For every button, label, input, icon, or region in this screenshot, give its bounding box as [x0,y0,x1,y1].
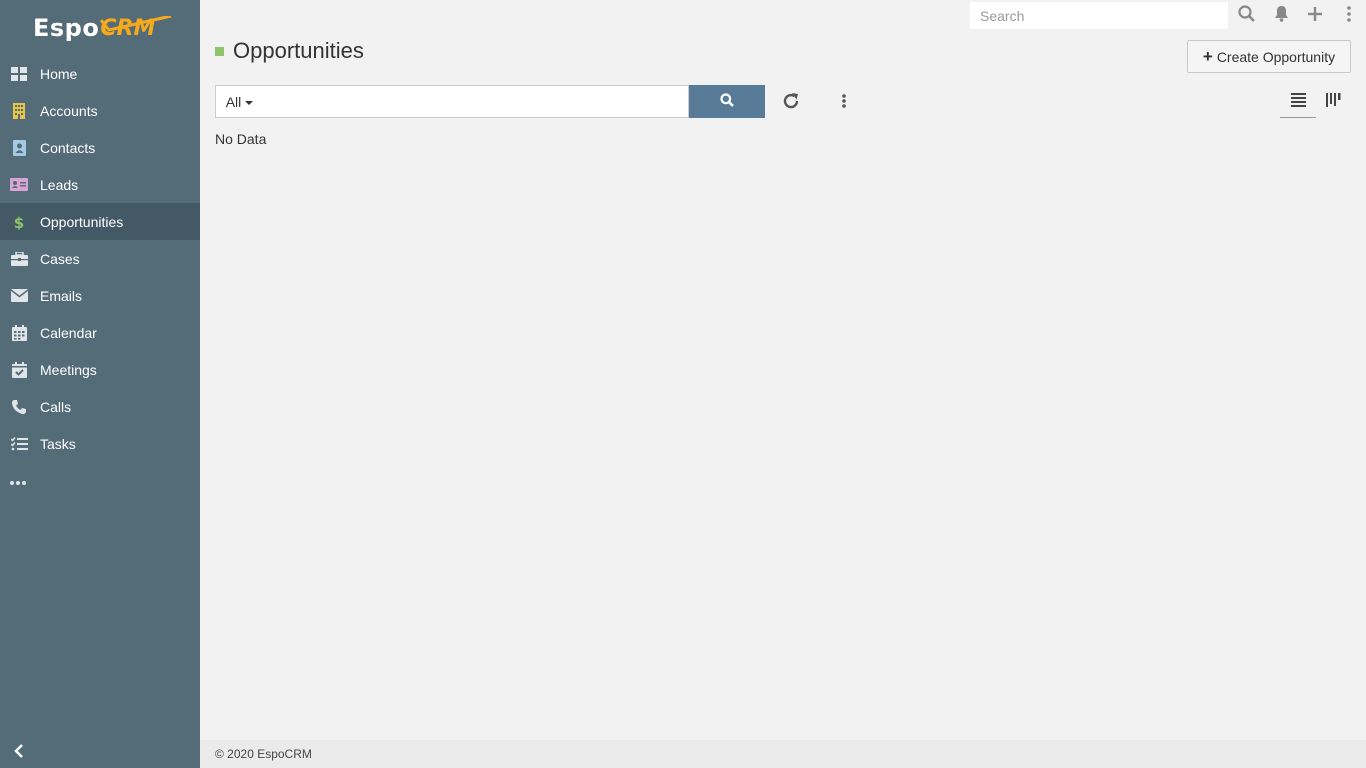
search-button[interactable] [689,85,765,118]
page-header: Opportunities [215,38,364,64]
briefcase-icon [10,250,28,268]
search-icon [720,93,734,110]
more-menu-button[interactable] [0,462,200,499]
sidebar-item-label: Meetings [40,361,97,378]
page-title[interactable]: Opportunities [233,38,364,64]
sidebar-item-calendar[interactable]: Calendar [0,314,200,351]
logo-espo-text: Espo [33,14,100,42]
tasks-icon [10,435,28,453]
search-icon [1237,5,1255,25]
dollar-icon: $ [10,213,28,231]
sidebar-item-leads[interactable]: Leads [0,166,200,203]
sidebar-item-label: Opportunities [40,213,124,230]
chevron-left-icon [14,743,24,761]
sidebar-item-label: Calls [40,398,72,415]
logo-swoosh-icon [99,16,172,32]
quick-create-button[interactable] [1305,5,1325,25]
svg-text:$: $ [14,214,24,230]
calendar-check-icon [10,361,28,379]
sidebar-item-label: Emails [40,287,83,304]
sidebar-item-label: Calendar [40,324,97,341]
copyright-text: © 2020 EspoCRM [215,747,312,761]
kanban-view-toggle[interactable] [1318,85,1348,118]
sidebar-item-label: Home [40,65,78,82]
scope-color-indicator [215,46,224,56]
home-grid-icon [10,65,28,83]
main-menu-button[interactable] [1339,5,1359,25]
kebab-menu-icon [842,93,846,112]
sidebar-item-cases[interactable]: Cases [0,240,200,277]
create-opportunity-button[interactable]: + Create Opportunity [1187,40,1351,73]
sidebar-item-meetings[interactable]: Meetings [0,351,200,388]
text-filter-input[interactable] [263,85,689,118]
filter-preset-dropdown[interactable]: All [215,85,264,118]
building-icon [10,102,28,120]
sidebar-nav: Home Accounts Contacts Leads $ Opportuni… [0,55,200,499]
kebab-menu-icon [1347,5,1351,25]
sidebar-item-label: Leads [40,176,79,193]
sidebar-item-opportunities[interactable]: $ Opportunities [0,203,200,240]
global-search-input[interactable] [970,2,1228,29]
global-search-button[interactable] [1236,5,1256,25]
bell-icon [1274,5,1289,25]
plus-icon [1308,6,1322,24]
sidebar: Espo CRM Home Accounts Contacts Leads $ … [0,0,200,768]
sidebar-item-home[interactable]: Home [0,55,200,92]
sidebar-item-calls[interactable]: Calls [0,388,200,425]
notifications-button[interactable] [1271,5,1291,25]
envelope-icon [10,287,28,305]
create-button-label: Create Opportunity [1216,48,1336,65]
footer: © 2020 EspoCRM [200,740,1366,768]
kanban-icon [1325,93,1341,110]
list-view-toggle[interactable] [1280,85,1316,118]
contact-card-icon [10,139,28,157]
refresh-button[interactable] [780,91,802,113]
plus-icon: + [1202,47,1213,66]
list-icon [1290,92,1306,110]
sidebar-item-emails[interactable]: Emails [0,277,200,314]
sidebar-item-tasks[interactable]: Tasks [0,425,200,462]
sidebar-item-label: Accounts [40,102,98,119]
ellipsis-icon [10,473,26,489]
sidebar-item-accounts[interactable]: Accounts [0,92,200,129]
sidebar-collapse-button[interactable] [10,742,28,762]
sidebar-item-label: Contacts [40,139,96,156]
phone-icon [10,398,28,416]
sidebar-item-label: Tasks [40,435,76,452]
id-card-icon [10,176,28,194]
refresh-icon [782,92,800,113]
calendar-icon [10,324,28,342]
sidebar-item-label: Cases [40,250,80,267]
list-actions-button[interactable] [834,91,854,113]
logo[interactable]: Espo CRM [33,10,172,46]
empty-list-message: No Data [215,131,267,147]
sidebar-item-contacts[interactable]: Contacts [0,129,200,166]
filter-preset-label: All [225,93,242,110]
caret-down-icon [245,100,254,105]
